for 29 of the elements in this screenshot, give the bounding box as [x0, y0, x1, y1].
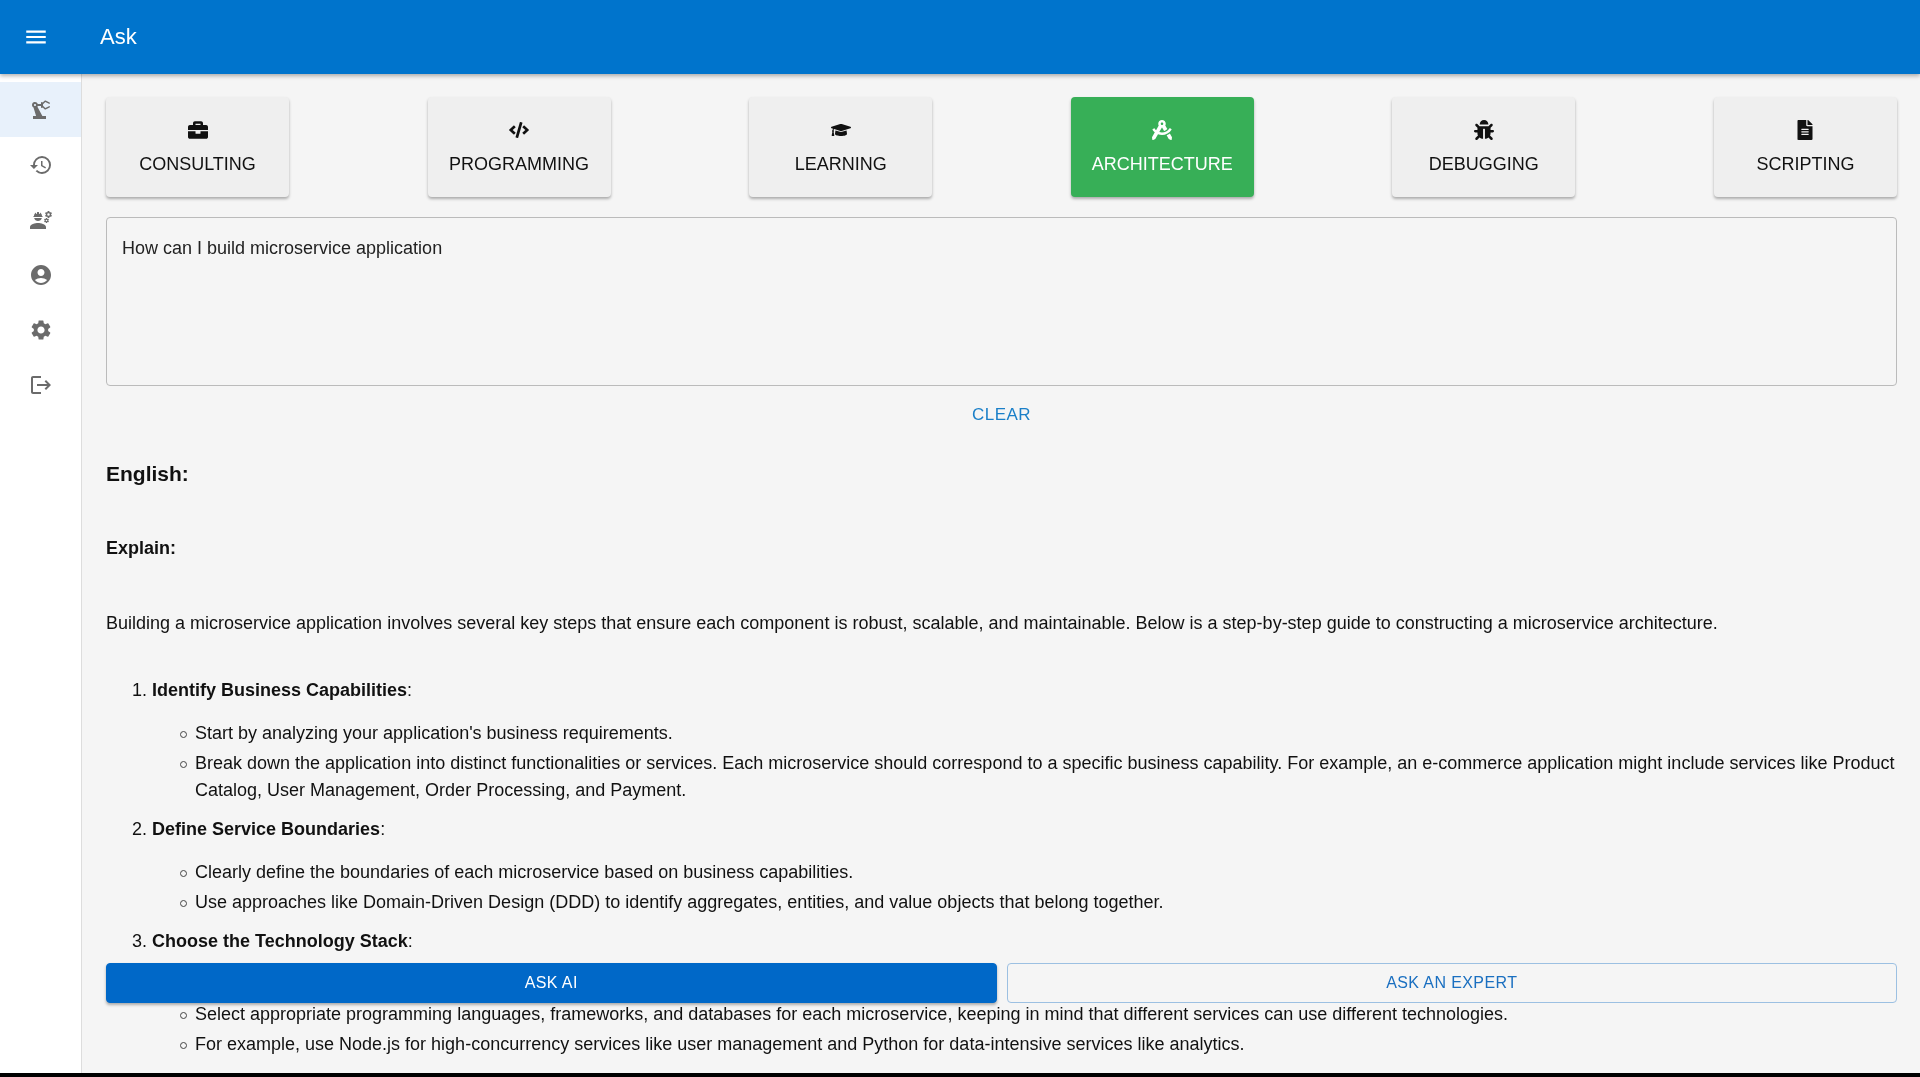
category-tab[interactable]: CONSULTING [106, 97, 289, 197]
bullet-text: For example, use Node.js for high-concurrency services like user management and Python for data-intensive services like analytics. [195, 1033, 1245, 1056]
intro-paragraph: Building a microservice application involves several key steps that ensure each component is robust, scalable, and maintainable. Below is a step-by-step guide to constructing a microservice architecture. [106, 612, 1719, 635]
clear-button[interactable]: CLEAR [965, 404, 1038, 426]
compass-icon [1152, 119, 1173, 140]
bug-icon [1473, 119, 1494, 140]
bullet-text: Clearly define the boundaries of each microservice based on business capabilities. [195, 861, 854, 884]
answer-subheading: Explain: [106, 538, 177, 559]
bullet-text: Break down the application into distinct functionalities or services. Each microservice should correspond to a specific business capability. For example, an e-commerce application might include services like Product Catalog, User Management, Order Processing, and Payment. [195, 752, 1896, 802]
category-tab[interactable]: PROGRAMMING [427, 97, 611, 197]
category-tab[interactable]: LEARNING [749, 97, 933, 197]
account-icon [28, 262, 53, 287]
bullet-text: Start by analyzing your application's business requirements. [195, 722, 673, 745]
ask-button[interactable]: ASK AI [106, 963, 997, 1003]
briefcase-icon [187, 119, 208, 140]
page-title: Ask [100, 24, 137, 50]
document-icon [1795, 119, 1816, 140]
code-icon [509, 119, 530, 140]
bullet-text: Use approaches like Domain-Driven Design (DDD) to identify aggregates, entities, and value objects that belong together. [195, 891, 1164, 914]
ask-button[interactable]: ASK AN EXPERT [1006, 963, 1897, 1003]
category-tab[interactable]: SCRIPTING [1713, 97, 1897, 197]
category-tab[interactable]: DEBUGGING [1392, 97, 1576, 197]
question-field[interactable]: How can I build microservice application [106, 217, 1897, 386]
sidebar-item[interactable] [0, 82, 81, 137]
bullet-text: Select appropriate programming languages, frameworks, and databases for each microservice, keeping in mind that different services can use different technologies. [195, 1003, 1509, 1026]
step-title: 2. Define Service Boundaries: [132, 818, 387, 841]
step-title: 1. Identify Business Capabilities: [132, 679, 414, 702]
step-title: 3. Choose the Technology Stack: [132, 930, 414, 953]
answer-heading: English: [106, 462, 190, 486]
